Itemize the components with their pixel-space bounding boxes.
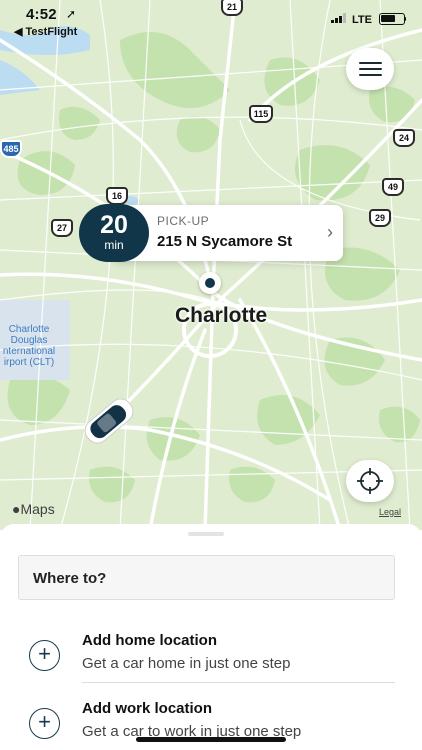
legal-link[interactable]: Legal bbox=[379, 507, 401, 517]
saved-item-subtitle: Get a car home in just one step bbox=[82, 655, 291, 672]
eta-badge[interactable]: 20 min bbox=[79, 204, 149, 262]
eta-unit: min bbox=[104, 238, 124, 252]
add-home-location-item[interactable]: + Add home location Get a car home in ju… bbox=[0, 626, 422, 686]
destination-search-field[interactable]: Where to? bbox=[18, 555, 395, 600]
sheet-grabber[interactable] bbox=[188, 532, 224, 536]
back-to-app-link[interactable]: ◀ TestFlight bbox=[14, 25, 77, 38]
saved-item-title: Add work location bbox=[82, 700, 213, 717]
pickup-pin-icon bbox=[199, 272, 221, 294]
signal-bars-icon bbox=[331, 13, 346, 23]
car-icon bbox=[84, 398, 134, 444]
pickup-address: 215 N Sycamore St bbox=[157, 233, 293, 250]
search-label: Where to? bbox=[33, 570, 107, 587]
map-view[interactable]: 4:52 ➚ ◀ TestFlight LTE 21 115 24 485 49… bbox=[0, 0, 422, 530]
hamburger-icon bbox=[359, 62, 382, 64]
maps-attribution: ●Maps bbox=[12, 501, 55, 517]
crosshair-icon bbox=[357, 468, 383, 494]
network-type: LTE bbox=[352, 14, 372, 26]
menu-button[interactable] bbox=[346, 48, 394, 90]
route-shield: 24 bbox=[393, 129, 415, 147]
saved-item-title: Add home location bbox=[82, 632, 217, 649]
location-arrow-icon: ➚ bbox=[66, 7, 77, 21]
status-time: 4:52 bbox=[26, 6, 57, 23]
city-label: Charlotte bbox=[175, 304, 268, 327]
home-indicator[interactable] bbox=[136, 737, 286, 742]
pickup-label: PICK-UP bbox=[157, 214, 210, 228]
status-bar: 4:52 ➚ ◀ TestFlight LTE bbox=[0, 0, 422, 40]
route-shield: 16 bbox=[106, 187, 128, 205]
battery-icon bbox=[379, 13, 406, 25]
route-shield: 29 bbox=[369, 209, 391, 227]
plus-circle-icon: + bbox=[29, 708, 60, 739]
chevron-right-icon: › bbox=[327, 222, 333, 242]
list-divider bbox=[82, 682, 395, 683]
route-shield: 27 bbox=[51, 219, 73, 237]
route-shield: 49 bbox=[382, 178, 404, 196]
interstate-shield: 485 bbox=[0, 140, 22, 158]
route-shield: 21 bbox=[221, 0, 243, 16]
airport-label: Charlotte Douglas nternational irport (C… bbox=[2, 324, 56, 368]
recenter-button[interactable] bbox=[346, 460, 394, 502]
plus-circle-icon: + bbox=[29, 640, 60, 671]
eta-value: 20 bbox=[100, 211, 128, 239]
route-shield: 115 bbox=[249, 105, 273, 123]
